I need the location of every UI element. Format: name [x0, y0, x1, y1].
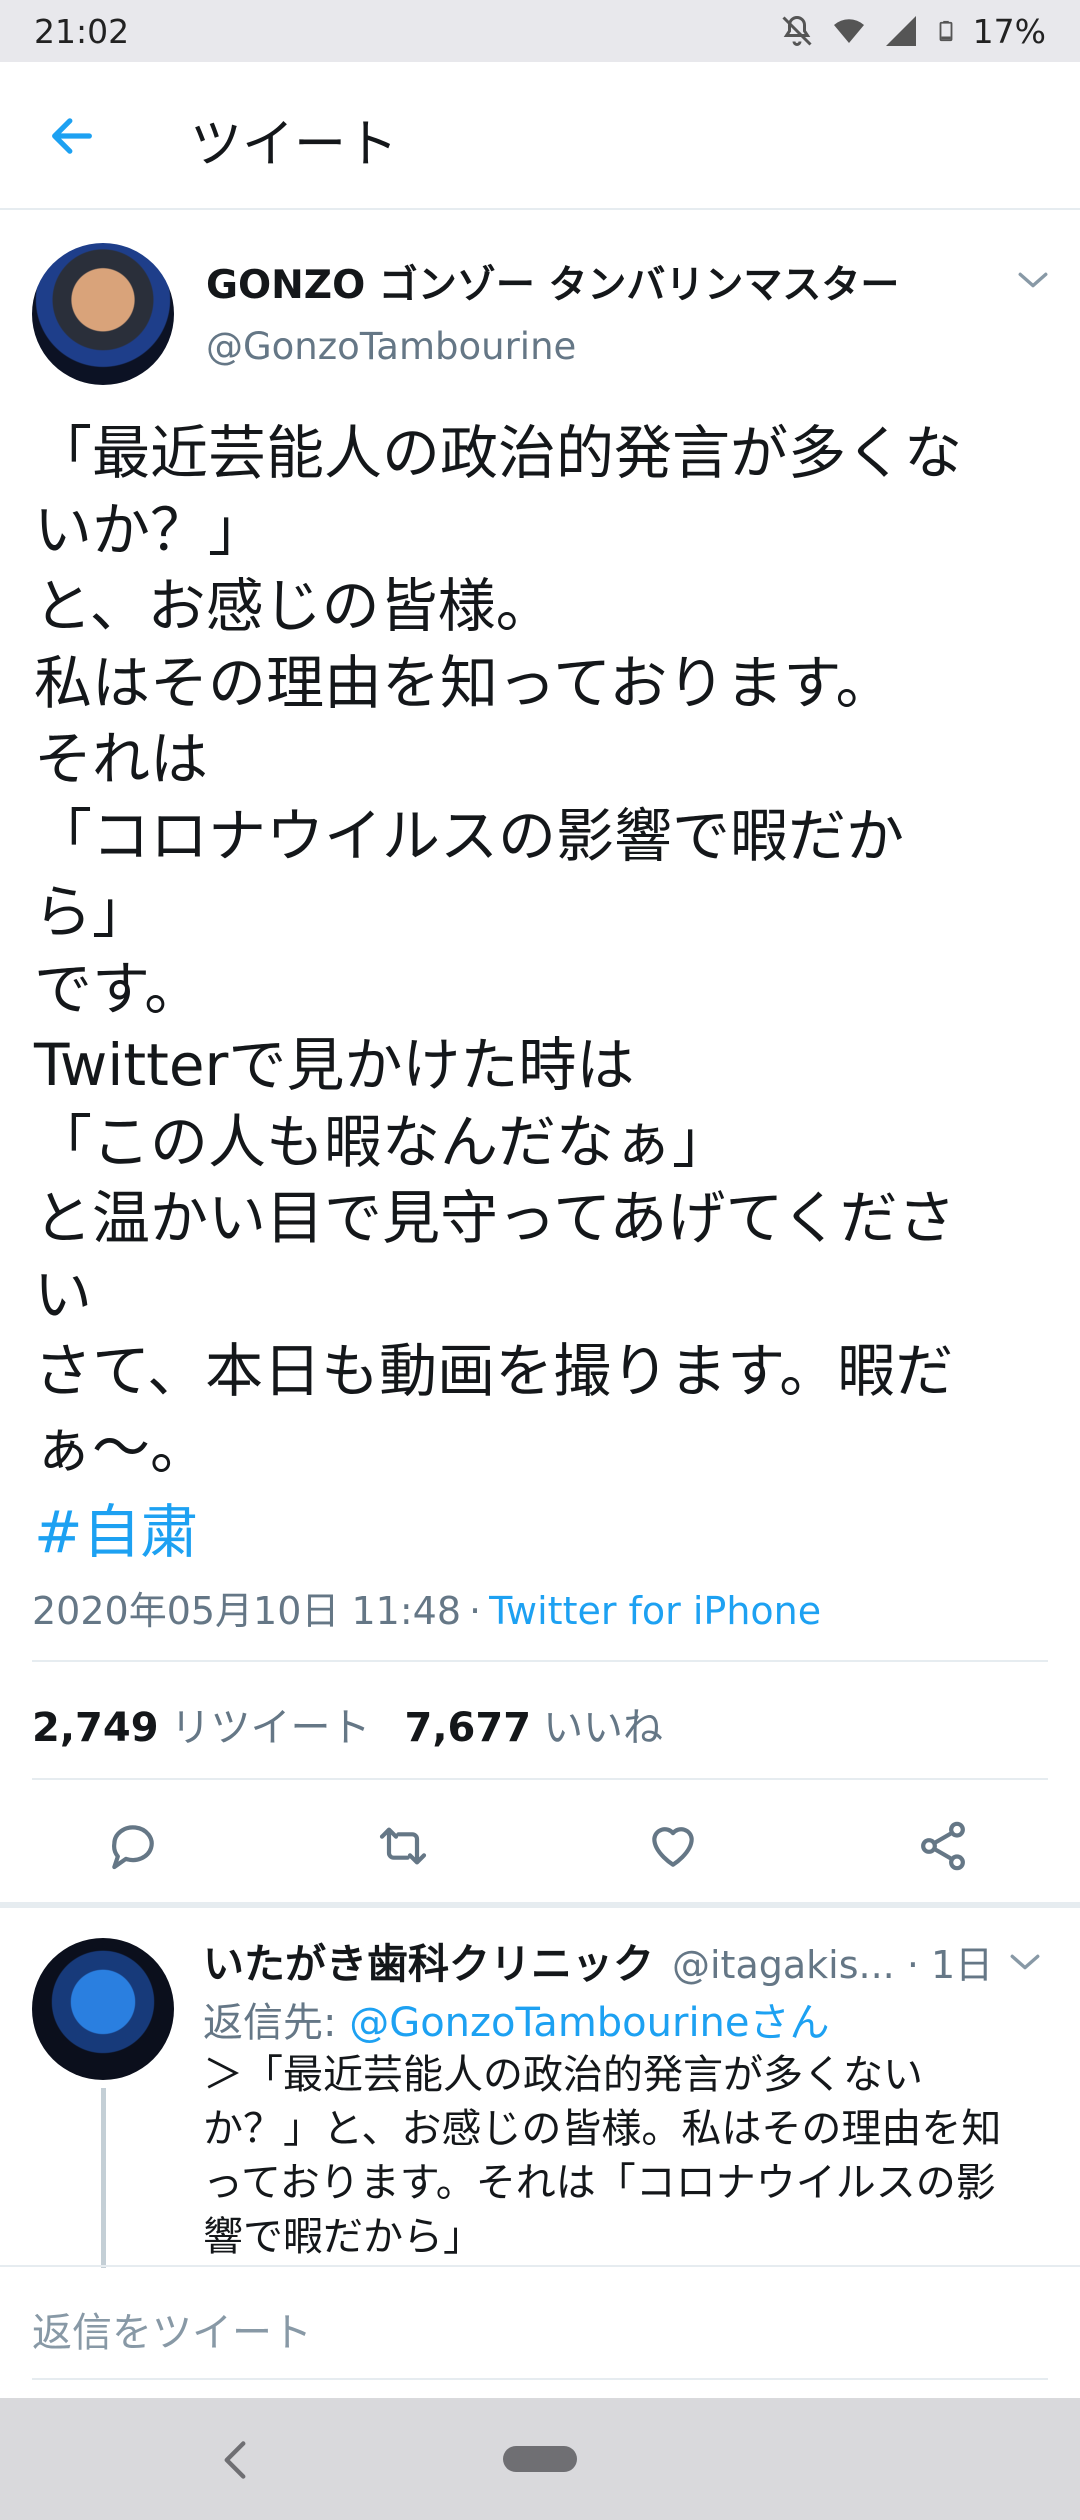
status-time: 21:02: [34, 11, 130, 51]
likes-label[interactable]: いいね: [543, 1705, 663, 1751]
nav-home-pill[interactable]: [503, 2446, 577, 2472]
reply-text-line: ＞「最近芸能人の政治的発言が多くない: [203, 2052, 923, 2098]
reply-to-prefix: 返信先:: [203, 2000, 350, 2046]
reply-to-mention[interactable]: @GonzoTambourineさん: [349, 2000, 829, 2046]
nav-back-icon[interactable]: [218, 2438, 252, 2482]
tweet-detail-screen: 21:02 17% ツイート GONZO ゴンゾー タンバリンマスター @Gon…: [0, 0, 1080, 2520]
reply-avatar[interactable]: [32, 1938, 174, 2080]
reply-compose-input[interactable]: 返信をツイート: [32, 2300, 312, 2358]
tweet-actions: [0, 1800, 1080, 1890]
chevron-down-icon[interactable]: [1008, 1950, 1042, 1974]
reply-handle-time: @itagakis... · 1日: [672, 1943, 994, 1987]
tweet-meta: 2020年05月10日 11:48 · Twitter for iPhone: [32, 1580, 821, 1635]
reply-icon[interactable]: [105, 1818, 161, 1874]
app-header: ツイート: [0, 62, 1080, 210]
compose-divider: [0, 2265, 1080, 2267]
tweet-text-line: ら」: [34, 878, 151, 946]
divider: [32, 1778, 1048, 1780]
author-name[interactable]: GONZO ゴンゾー タンバリンマスター: [206, 254, 899, 310]
tweet-text-line: さて、本日も動画を撮ります。暇だ: [34, 1337, 954, 1405]
chevron-down-icon[interactable]: [1016, 268, 1050, 292]
page-title: ツイート: [190, 115, 399, 175]
retweets-count[interactable]: 2,749: [32, 1705, 159, 1751]
tweet-text-line: それは: [34, 725, 209, 793]
mute-icon: [782, 15, 812, 46]
reply-to: 返信先: @GonzoTambourineさん: [203, 1990, 830, 2048]
status-icons: 17%: [779, 12, 1046, 51]
tweet-timestamp: 2020年05月10日 11:48: [32, 1589, 462, 1633]
battery-icon: [939, 20, 953, 42]
tweet-text-line: と、お感じの皆様。: [34, 572, 554, 640]
tweet-text-line: です。: [34, 954, 203, 1023]
retweets-label[interactable]: リツイート: [171, 1705, 371, 1751]
reply-author-name[interactable]: いたがき歯科クリニック: [203, 1930, 654, 1990]
author-avatar[interactable]: [32, 243, 174, 385]
thread-line: [101, 2088, 106, 2268]
like-icon[interactable]: [645, 1818, 701, 1874]
retweet-icon[interactable]: [375, 1818, 431, 1874]
reply-text-line: 響で暇だから」: [203, 2214, 483, 2260]
tweet-text-line: と温かい目で見守ってあげてくださ: [34, 1184, 956, 1252]
tweet-text-line: Twitterで見かけた時は: [34, 1031, 635, 1099]
divider: [32, 1660, 1048, 1662]
reply-text-line: っております。それは「コロナウイルスの影: [203, 2160, 996, 2206]
tweet-text: 「最近芸能人の政治的発言が多くな いか？」 と、お感じの皆様。 私はその理由を知…: [34, 415, 1044, 1486]
reply-text: ＞「最近芸能人の政治的発言が多くない か？」と、お感じの皆様。私はその理由を知 …: [203, 2048, 1053, 2264]
hashtag-link[interactable]: #自粛: [34, 1485, 199, 1569]
tweet-text-line: い: [34, 1260, 93, 1329]
system-nav-bar: [0, 2398, 1080, 2520]
tweet-text-line: 私はその理由を知っております。: [34, 648, 894, 717]
status-bar: 21:02 17%: [0, 0, 1080, 62]
tweet-stats: 2,749 リツイート 7,677 いいね: [32, 1695, 663, 1753]
battery-percentage: 17%: [972, 11, 1046, 51]
tweet-text-line: いか？」: [34, 495, 267, 564]
signal-icon: [885, 16, 916, 46]
tweet-text-line: 「コロナウイルスの影響で暇だか: [34, 801, 905, 870]
share-icon[interactable]: [915, 1818, 971, 1874]
arrow-left-icon[interactable]: [46, 110, 98, 162]
reply-text-line: か？」と、お感じの皆様。私はその理由を知: [203, 2106, 1002, 2152]
meta-separator: ·: [469, 1589, 482, 1633]
wifi-icon: [833, 19, 864, 43]
author-handle[interactable]: @GonzoTambourine: [206, 325, 576, 368]
likes-count[interactable]: 7,677: [405, 1705, 532, 1751]
compose-underline: [32, 2378, 1048, 2380]
tweet-text-line: 「この人も暇なんだなぁ」: [34, 1107, 731, 1176]
tweet-source-link[interactable]: Twitter for iPhone: [489, 1589, 821, 1633]
tweet-text-line: ぁ〜。: [34, 1413, 209, 1482]
tweet-text-line: 「最近芸能人の政治的発言が多くな: [34, 419, 963, 487]
section-divider: [0, 1902, 1080, 1908]
